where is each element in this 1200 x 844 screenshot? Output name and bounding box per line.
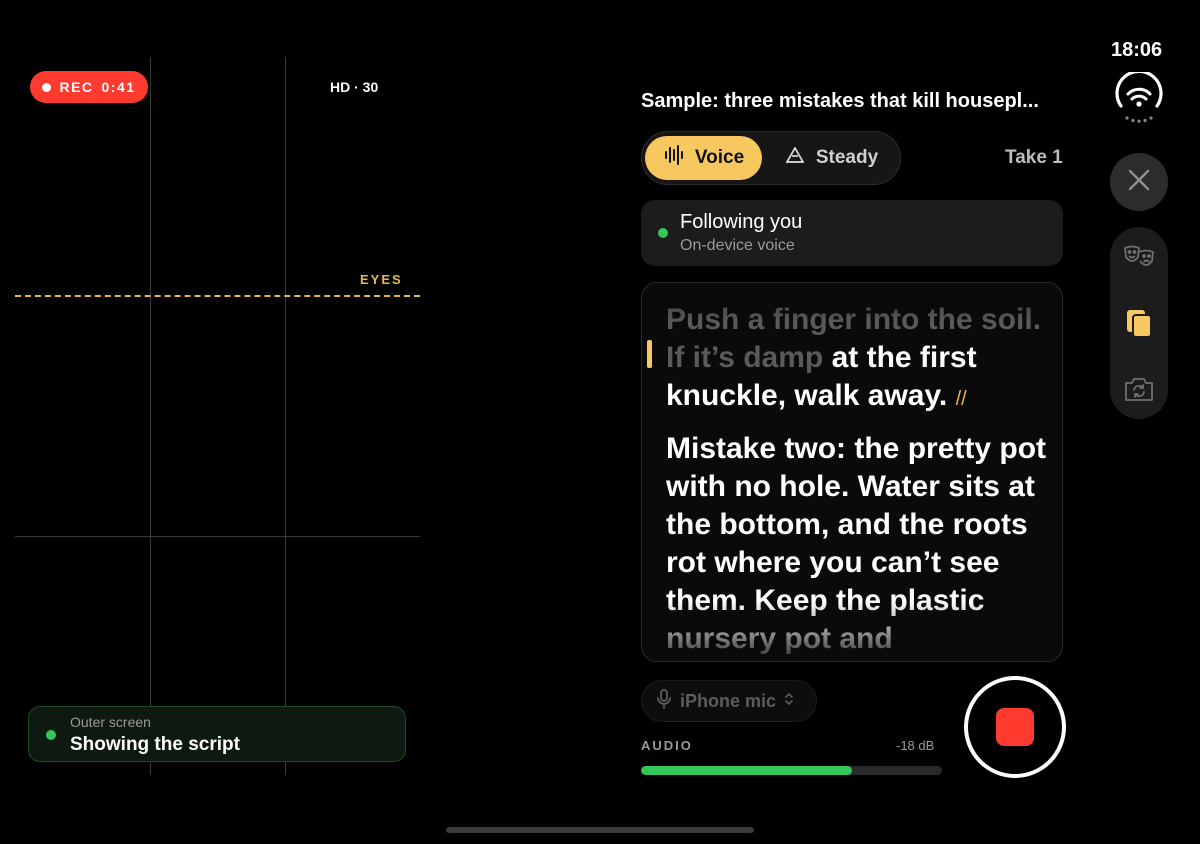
steady-mode-label: Steady <box>815 147 879 168</box>
script-read-text-2: If it’s damp <box>666 341 824 374</box>
script-title: Sample: three mistakes that kill housepl… <box>641 90 1039 112</box>
stop-icon <box>996 708 1034 746</box>
voice-mode-label: Voice <box>694 147 745 168</box>
script-text: Push a finger into the soil. If it’s dam… <box>666 301 1051 658</box>
recording-indicator: REC 0:41 <box>30 71 148 103</box>
steady-mode-button[interactable]: Steady <box>766 136 896 180</box>
quality-label: HD · 30 <box>330 79 379 95</box>
close-button[interactable] <box>1110 153 1168 211</box>
voice-mode-button[interactable]: Voice <box>645 136 762 180</box>
chevron-updown-icon <box>784 691 794 712</box>
close-icon <box>1127 168 1151 197</box>
audio-meter <box>641 766 942 775</box>
home-indicator[interactable] <box>446 827 754 833</box>
waveform-icon <box>663 144 685 172</box>
following-title: Following you <box>680 211 803 233</box>
script-read-text-1: Push a finger into the soil. <box>666 303 1042 336</box>
teleprompter-script[interactable]: Push a finger into the soil. If it’s dam… <box>641 282 1063 662</box>
take-counter: Take 1 <box>1005 147 1063 168</box>
mode-segmented-control: Voice Steady <box>641 131 901 185</box>
outer-screen-label: Outer screen <box>70 714 151 730</box>
wifi-icon[interactable] <box>1113 69 1165 124</box>
audio-meter-fill <box>641 766 852 775</box>
mic-label: iPhone mic <box>680 690 777 711</box>
rec-label: REC <box>59 79 94 95</box>
stop-recording-button[interactable] <box>964 676 1066 778</box>
eyes-guide-line <box>15 295 420 297</box>
script-paragraph-next: Mistake two: the pretty pot with no hole… <box>666 432 1047 655</box>
outer-screen-status: Outer screen Showing the script <box>28 706 406 762</box>
outer-screen-state: Showing the script <box>70 734 240 755</box>
masks-icon[interactable] <box>1123 241 1155 273</box>
following-subtitle: On-device voice <box>680 237 795 254</box>
status-clock: 18:06 <box>1111 39 1163 61</box>
copy-icon[interactable] <box>1123 307 1155 339</box>
audio-level-readout: -18 dB <box>896 738 935 753</box>
grid-line-vertical-2 <box>285 57 286 775</box>
rec-time: 0:41 <box>101 79 136 95</box>
eyes-guide-label: EYES <box>360 272 403 287</box>
reading-position-marker <box>647 340 652 368</box>
following-status-card: Following you On-device voice <box>641 200 1063 266</box>
following-dot <box>658 228 668 238</box>
grid-line-vertical-1 <box>150 57 151 775</box>
mic-selector[interactable]: iPhone mic <box>641 680 817 722</box>
script-paragraph-current: Push a finger into the soil. If it’s dam… <box>666 301 1051 418</box>
mic-icon <box>656 688 672 715</box>
level-icon <box>784 144 806 172</box>
audio-label: AUDIO <box>641 738 693 753</box>
flip-camera-icon[interactable] <box>1123 373 1155 405</box>
tool-rail <box>1110 227 1168 419</box>
outer-status-dot <box>46 730 56 740</box>
pause-marker: // <box>955 388 967 410</box>
grid-line-horizontal <box>15 536 420 537</box>
record-dot <box>42 82 52 92</box>
